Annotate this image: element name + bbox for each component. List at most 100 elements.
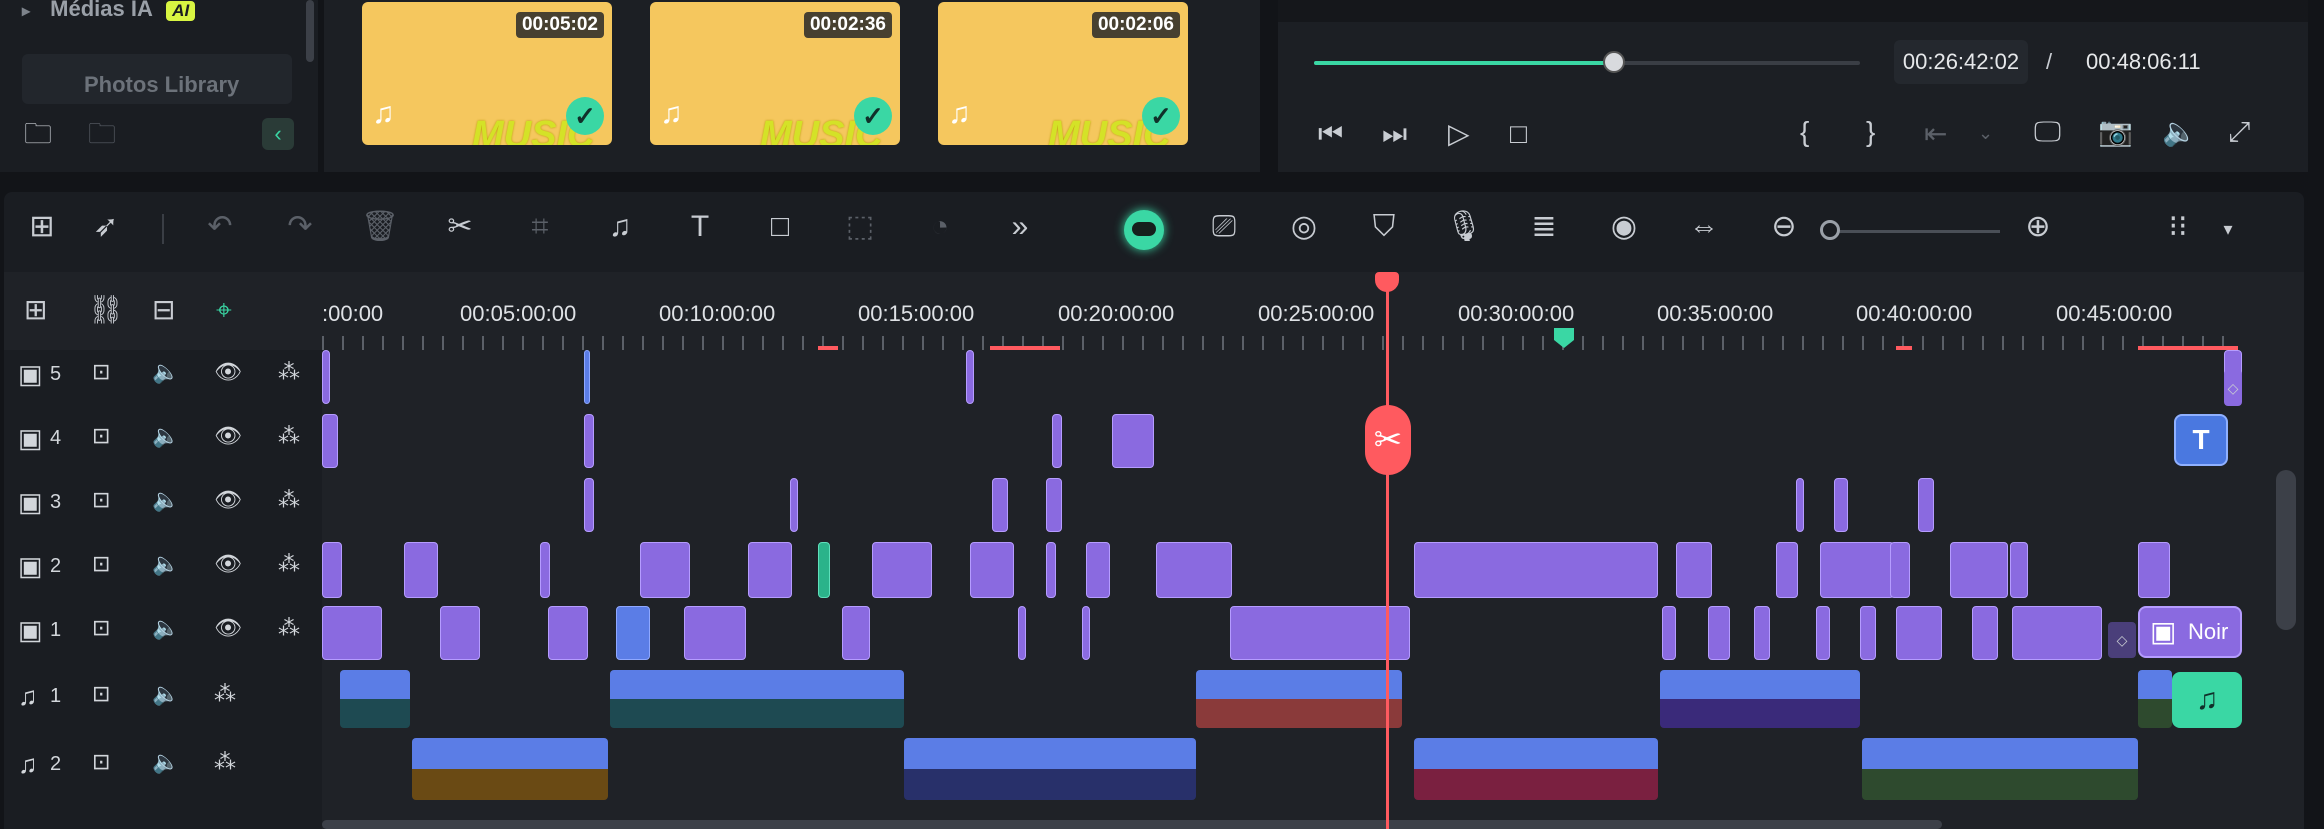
chevron-down-icon[interactable]: ▾ bbox=[2208, 220, 2248, 238]
snap-icon[interactable]: ⌖ bbox=[216, 296, 232, 324]
timeline-clip[interactable] bbox=[404, 542, 438, 598]
library-item-photos[interactable]: Photos Library bbox=[22, 54, 292, 104]
timeline-clip[interactable] bbox=[790, 478, 798, 532]
eye-icon[interactable]: 👁 bbox=[214, 361, 242, 383]
timeline-clip[interactable] bbox=[540, 542, 550, 598]
timeline-clip[interactable] bbox=[1796, 478, 1804, 532]
timeline-clip[interactable] bbox=[640, 542, 690, 598]
timeline-clip[interactable] bbox=[1972, 606, 1998, 660]
eye-icon[interactable]: 👁 bbox=[214, 425, 242, 447]
timeline-clip[interactable] bbox=[610, 670, 904, 728]
transition-icon[interactable]: ◇ bbox=[2224, 370, 2242, 406]
zoom-out-icon[interactable]: ⊖ bbox=[1764, 212, 1804, 242]
timeline-clip[interactable] bbox=[818, 542, 830, 598]
volume-icon[interactable]: 🔈 bbox=[2162, 118, 2197, 146]
timeline-clip[interactable] bbox=[1046, 542, 1056, 598]
collapse-panel-button[interactable]: ‹ bbox=[262, 118, 294, 150]
timeline-clip[interactable] bbox=[1018, 606, 1026, 660]
mark-in-icon[interactable]: { bbox=[1800, 118, 1809, 146]
crop-icon[interactable]: ⌗ bbox=[520, 212, 560, 242]
playhead[interactable] bbox=[1386, 272, 1389, 829]
new-folder-icon[interactable]: 🗀 bbox=[24, 120, 52, 148]
volume-icon[interactable]: 🔈 bbox=[152, 425, 179, 447]
timeline-clip[interactable] bbox=[684, 606, 746, 660]
zoom-in-icon[interactable]: ⊕ bbox=[2018, 212, 2058, 242]
mask-icon[interactable]: ⬚ bbox=[840, 212, 880, 242]
timeline-horizontal-scrollbar[interactable] bbox=[322, 820, 1942, 829]
music-list-icon[interactable]: ≣ bbox=[1524, 212, 1564, 242]
volume-icon[interactable]: 🔈 bbox=[152, 683, 179, 705]
group-icon[interactable]: ⊟ bbox=[152, 296, 175, 324]
more-icon[interactable]: » bbox=[1000, 212, 1040, 242]
magic-wand-icon[interactable]: ⁂ bbox=[278, 425, 300, 447]
timeline-clip[interactable] bbox=[1776, 542, 1798, 598]
timeline-clip[interactable] bbox=[440, 606, 480, 660]
magic-wand-icon[interactable]: ⁂ bbox=[214, 683, 236, 705]
timeline-clip[interactable] bbox=[1708, 606, 1730, 660]
layout-grid-icon[interactable]: ⊞ bbox=[22, 212, 62, 242]
stabilize-icon[interactable]: ◎ bbox=[1284, 212, 1324, 242]
timeline-clip[interactable] bbox=[904, 738, 1196, 800]
eye-icon[interactable]: 👁 bbox=[214, 489, 242, 511]
timeline-zoom-slider[interactable] bbox=[1830, 230, 2000, 233]
magic-wand-icon[interactable]: ⁂ bbox=[278, 489, 300, 511]
timeline-clip[interactable] bbox=[2138, 542, 2170, 598]
timeline-clip[interactable] bbox=[1052, 414, 1062, 468]
timeline-clip[interactable] bbox=[1662, 606, 1676, 660]
lock-icon[interactable]: ⊡ bbox=[92, 683, 110, 705]
timeline-clip[interactable] bbox=[1156, 542, 1232, 598]
timeline-clip[interactable] bbox=[1046, 478, 1062, 532]
library-scrollbar[interactable] bbox=[306, 0, 314, 62]
timeline-clip[interactable] bbox=[2138, 670, 2172, 728]
timeline-clip[interactable] bbox=[340, 670, 410, 728]
eye-icon[interactable]: 👁 bbox=[214, 617, 242, 639]
chevron-down-icon[interactable]: ⌄ bbox=[1978, 124, 1993, 142]
timeline-clip[interactable] bbox=[1082, 606, 1090, 660]
volume-icon[interactable]: 🔈 bbox=[152, 617, 179, 639]
timeline-clip[interactable] bbox=[2010, 542, 2028, 598]
lock-icon[interactable]: ⊡ bbox=[92, 489, 110, 511]
ai-camera-icon[interactable]: ⎚ bbox=[1204, 212, 1244, 242]
timeline-clip[interactable] bbox=[412, 738, 608, 800]
timeline-clip[interactable] bbox=[1230, 606, 1410, 660]
eye-icon[interactable]: 👁 bbox=[214, 553, 242, 575]
undo-icon[interactable]: ↶ bbox=[200, 212, 240, 242]
magic-wand-icon[interactable]: ⁂ bbox=[214, 751, 236, 773]
timeline-clip[interactable] bbox=[322, 350, 330, 404]
audio-icon[interactable]: ♫ bbox=[600, 212, 640, 242]
fullscreen-icon[interactable]: ⤢ bbox=[2228, 118, 2250, 146]
timeline-clip[interactable] bbox=[1112, 414, 1154, 468]
insert-icon[interactable]: ⇤ bbox=[1924, 120, 1947, 148]
timeline-clip[interactable] bbox=[1196, 670, 1402, 728]
music-clip-icon[interactable]: ♫ bbox=[2172, 672, 2242, 728]
display-settings-icon[interactable]: 🖵 bbox=[2034, 118, 2061, 146]
scissors-icon[interactable]: ✂ bbox=[440, 212, 480, 242]
mark-out-icon[interactable]: } bbox=[1866, 118, 1875, 146]
delete-folder-icon[interactable]: 🗀 bbox=[88, 120, 116, 148]
timeline-clip[interactable] bbox=[322, 414, 338, 468]
transition-icon[interactable]: ◇ bbox=[2108, 622, 2136, 658]
split-at-playhead-icon[interactable]: ✂ bbox=[1365, 405, 1411, 475]
timeline-clip[interactable] bbox=[1862, 738, 2138, 800]
volume-icon[interactable]: 🔈 bbox=[152, 489, 179, 511]
timeline-clip[interactable] bbox=[584, 350, 590, 404]
previous-frame-icon[interactable]: ⏮ bbox=[1318, 120, 1343, 148]
timeline-clip[interactable] bbox=[322, 606, 382, 660]
timeline-clip[interactable] bbox=[1754, 606, 1770, 660]
timeline-clip[interactable] bbox=[1820, 542, 1894, 598]
volume-icon[interactable]: 🔈 bbox=[152, 751, 179, 773]
link-icon[interactable]: ⛓ bbox=[88, 296, 124, 324]
timeline-clip[interactable] bbox=[992, 478, 1008, 532]
timeline-clip[interactable] bbox=[1860, 606, 1876, 660]
lock-icon[interactable]: ⊡ bbox=[92, 361, 110, 383]
add-track-icon[interactable]: ⊞ bbox=[24, 296, 47, 324]
ai-assistant-icon[interactable] bbox=[1124, 210, 1164, 250]
timeline-clip[interactable] bbox=[1816, 606, 1830, 660]
magic-wand-icon[interactable]: ⁂ bbox=[278, 553, 300, 575]
timeline-clip[interactable] bbox=[584, 414, 594, 468]
magic-wand-icon[interactable]: ⁂ bbox=[278, 617, 300, 639]
timeline-clip[interactable] bbox=[1896, 606, 1942, 660]
timeline-clip[interactable] bbox=[548, 606, 588, 660]
stop-icon[interactable]: □ bbox=[1510, 120, 1527, 148]
timeline-clip[interactable] bbox=[872, 542, 932, 598]
